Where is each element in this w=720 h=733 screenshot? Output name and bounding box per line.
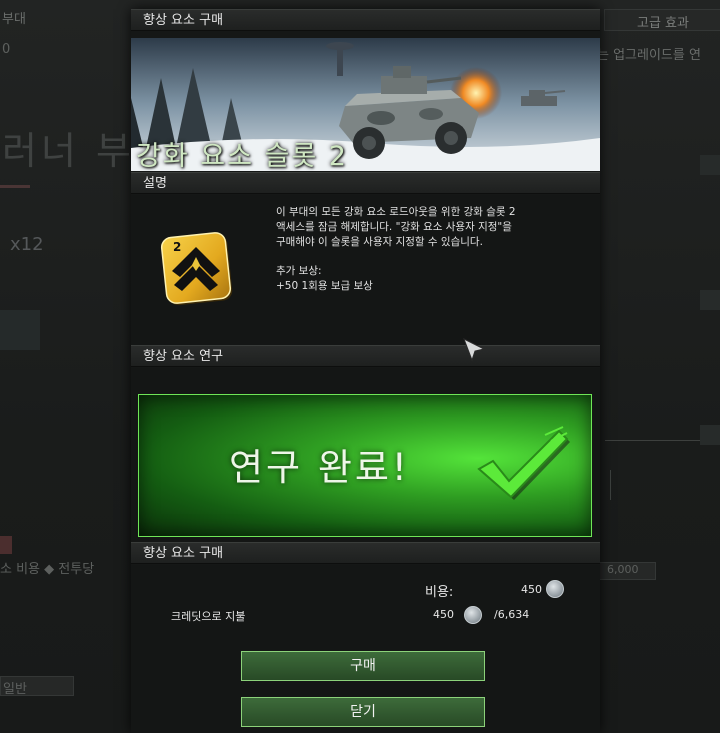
bg-icon-1 <box>700 155 720 175</box>
banner-title: 강화 요소 슬롯 2 <box>136 141 348 171</box>
description-header: 설명 <box>131 172 600 194</box>
bonus-value: +50 1회용 보급 보상 <box>276 280 373 292</box>
bg-general-label: 일반 <box>3 682 27 697</box>
close-button[interactable]: 닫기 <box>241 697 485 727</box>
bg-unit-thumb <box>0 310 40 350</box>
banner-image: 강화 요소 슬롯 2 <box>131 38 600 171</box>
bg-divider <box>0 185 30 188</box>
research-complete-panel: 연구 완료! <box>138 394 592 537</box>
description-line-3: 구매해야 이 슬롯을 사용자 지정할 수 있습니다. <box>276 236 483 248</box>
description-line-2: 액세스를 잠금 해제합니다. "강화 요소 사용자 지정"을 <box>276 221 512 233</box>
bg-right-hint: 는 업그레이드를 연 <box>597 48 701 63</box>
badge-rank-number: 2 <box>173 240 181 254</box>
bg-unit-label: 부대 <box>2 12 26 27</box>
research-header: 향상 요소 연구 <box>131 345 600 367</box>
purchase-panel: 비용: 450 크레딧으로 지불 450 /6,634 구매 닫기 <box>131 565 600 733</box>
description-text: 이 부대의 모든 강화 요소 로드아웃을 위한 강화 슬롯 2 액세스를 잠금 … <box>276 205 576 294</box>
bg-red-tag <box>0 536 12 554</box>
check-icon <box>477 426 570 500</box>
purchase-header: 향상 요소 구매 <box>131 542 600 564</box>
bg-tab-advanced-label: 고급 효과 <box>637 16 689 31</box>
bg-tab-advanced: 고급 효과 <box>604 9 720 31</box>
pay-value: 450 <box>433 608 454 621</box>
description-panel: 2 이 부대의 모든 강화 요소 로드아웃을 위한 강화 슬롯 2 액세스를 잠… <box>131 195 600 345</box>
research-status: 연구 완료! <box>229 446 410 489</box>
bg-count: x12 <box>10 234 44 255</box>
bg-icon-2 <box>700 290 720 310</box>
bg-line-2 <box>610 470 611 500</box>
bg-price: 6,000 <box>607 563 639 576</box>
purchase-dialog: 향상 요소 구매 강화 요소 슬롯 2 설명 2 이 부대의 모든 강화 요소 … <box>131 9 600 733</box>
bg-big-title: 러너 부 <box>2 129 135 173</box>
dialog-title: 향상 요소 구매 <box>131 9 600 31</box>
bg-general-box: 일반 <box>0 676 74 697</box>
cursor-icon <box>463 338 486 362</box>
bonus-label: 추가 보상: <box>276 265 322 277</box>
credit-coin-icon <box>464 606 482 624</box>
cost-label: 비용: <box>425 585 454 600</box>
buy-button[interactable]: 구매 <box>241 651 485 681</box>
cost-value: 450 <box>521 583 542 596</box>
bg-bottom-stats: 소 비용 ◆ 전투당 <box>0 562 95 577</box>
credit-coin-icon <box>546 580 564 598</box>
bg-zero: 0 <box>2 42 11 57</box>
rank-badge-icon: 2 <box>160 232 233 306</box>
bg-price-box: 6,000 <box>598 562 656 580</box>
credit-balance: /6,634 <box>494 608 530 621</box>
bg-icon-3 <box>700 425 720 445</box>
pay-credits-label: 크레딧으로 지불 <box>171 610 246 623</box>
description-line-1: 이 부대의 모든 강화 요소 로드아웃을 위한 강화 슬롯 2 <box>276 206 516 218</box>
